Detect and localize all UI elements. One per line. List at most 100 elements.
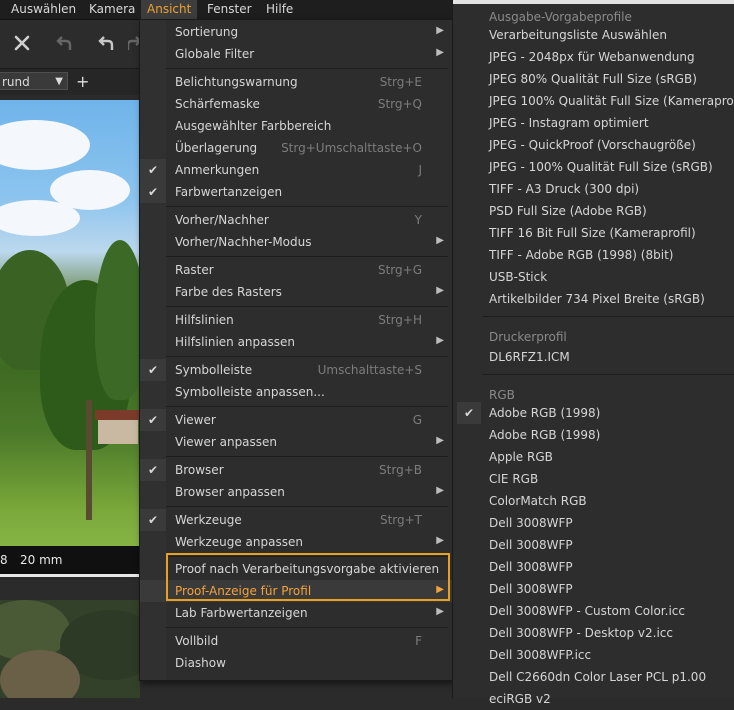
menu-item-schaerfemaske[interactable]: Schärfemaske Strg+Q — [140, 93, 454, 115]
menu-item-viewer[interactable]: ✔ Viewer G — [140, 409, 454, 431]
menu-item-symbolleiste-anpassen[interactable]: Symbolleiste anpassen... — [140, 381, 454, 403]
submenu-item[interactable]: JPEG - Instagram optimiert — [453, 112, 734, 134]
submenu-item[interactable]: eciRGB v2 — [453, 688, 734, 710]
submenu-item[interactable]: Dell 3008WFP.icc — [453, 644, 734, 666]
menu-item-sortierung[interactable]: Sortierung ▶ — [140, 21, 454, 43]
photo-viewer[interactable] — [0, 100, 140, 546]
submenu-separator — [483, 316, 734, 317]
submenu-item[interactable]: ColorMatch RGB — [453, 490, 734, 512]
menu-item-viewer-anpassen[interactable]: Viewer anpassen ▶ — [140, 431, 454, 453]
submenu-item[interactable]: Verarbeitungsliste Auswählen — [453, 24, 734, 46]
menu-fenster[interactable]: Fenster — [201, 0, 258, 19]
submenu-arrow-icon: ▶ — [436, 25, 444, 36]
menu-separator — [166, 627, 448, 628]
menu-separator — [166, 356, 448, 357]
submenu-item[interactable]: JPEG 100% Qualität Full Size (Kameraprof… — [453, 90, 734, 112]
submenu-item[interactable]: Dell 3008WFP — [453, 578, 734, 600]
menu-item-farbwertanzeigen[interactable]: ✔ Farbwertanzeigen — [140, 181, 454, 203]
submenu-separator — [483, 374, 734, 375]
menu-item-farbe-des-rasters[interactable]: Farbe des Rasters ▶ — [140, 281, 454, 303]
menu-item-vollbild[interactable]: Vollbild F — [140, 630, 454, 652]
checkmark-icon: ✔ — [140, 159, 166, 181]
checkmark-icon: ✔ — [140, 459, 166, 481]
add-icon[interactable]: + — [76, 72, 89, 91]
chevron-down-icon: ▼ — [55, 76, 63, 87]
proof-profile-submenu: Ausgabe-Vorgabeprofile Verarbeitungslist… — [452, 0, 734, 706]
layout-combo[interactable]: rund ▼ — [0, 72, 68, 90]
menu-item-browser[interactable]: ✔ Browser Strg+B — [140, 459, 454, 481]
menu-item-raster[interactable]: Raster Strg+G — [140, 259, 454, 281]
checkmark-icon: ✔ — [457, 402, 481, 424]
submenu-item[interactable]: DL6RFZ1.ICM — [453, 346, 734, 368]
menu-item-hilfslinien-anpassen[interactable]: Hilfslinien anpassen ▶ — [140, 331, 454, 353]
undo-icon[interactable] — [93, 30, 119, 56]
menu-item-ueberlagerung[interactable]: Überlagerung Strg+Umschalttaste+O — [140, 137, 454, 159]
menu-item-werkzeuge[interactable]: ✔ Werkzeuge Strg+T — [140, 509, 454, 531]
menu-item-belichtungswarnung[interactable]: Belichtungswarnung Strg+E — [140, 71, 454, 93]
menu-separator — [166, 206, 448, 207]
menu-separator — [166, 256, 448, 257]
menu-separator — [166, 506, 448, 507]
close-icon[interactable] — [9, 30, 35, 56]
menu-separator — [166, 406, 448, 407]
menu-item-anmerkungen[interactable]: ✔ Anmerkungen J — [140, 159, 454, 181]
submenu-item[interactable]: TIFF 16 Bit Full Size (Kameraprofil) — [453, 222, 734, 244]
submenu-arrow-icon: ▶ — [436, 235, 444, 246]
submenu-item[interactable]: Dell 3008WFP - Desktop v2.icc — [453, 622, 734, 644]
submenu-item[interactable]: TIFF - A3 Druck (300 dpi) — [453, 178, 734, 200]
menu-kamera[interactable]: Kamera — [83, 0, 141, 19]
menu-item-symbolleiste[interactable]: ✔ Symbolleiste Umschalttaste+S — [140, 359, 454, 381]
submenu-item[interactable]: JPEG - 2048px für Webanwendung — [453, 46, 734, 68]
checkmark-icon: ✔ — [140, 409, 166, 431]
submenu-item[interactable]: TIFF - Adobe RGB (1998) (8bit) — [453, 244, 734, 266]
highlight-annotation — [166, 553, 450, 601]
submenu-item[interactable]: JPEG - 100% Qualität Full Size (sRGB) — [453, 156, 734, 178]
menu-hilfe[interactable]: Hilfe — [260, 0, 299, 19]
thumbnail-image[interactable] — [0, 600, 140, 698]
info-value: 8 — [0, 553, 8, 567]
menu-item-globale-filter[interactable]: Globale Filter ▶ — [140, 43, 454, 65]
menu-item-lab-farbwertanzeigen[interactable]: Lab Farbwertanzeigen ▶ — [140, 602, 454, 624]
submenu-item[interactable]: Dell 3008WFP — [453, 534, 734, 556]
checkmark-icon: ✔ — [140, 359, 166, 381]
undo-all-icon[interactable] — [51, 30, 77, 56]
submenu-arrow-icon: ▶ — [436, 485, 444, 496]
submenu-item[interactable]: Dell C2660dn Color Laser PCL p1.00 — [453, 666, 734, 688]
submenu-item[interactable]: JPEG - QuickProof (Vorschaugröße) — [453, 134, 734, 156]
toolbar — [0, 20, 142, 68]
menu-item-vorher-nachher-modus[interactable]: Vorher/Nachher-Modus ▶ — [140, 231, 454, 253]
submenu-arrow-icon: ▶ — [436, 606, 444, 617]
control-bar: rund ▼ + — [0, 68, 140, 95]
layout-combo-value: rund — [2, 75, 30, 89]
menu-separator — [166, 306, 448, 307]
submenu-arrow-icon: ▶ — [436, 285, 444, 296]
photo-info-bar: 8 20 mm — [0, 546, 140, 577]
focal-length: 20 mm — [20, 553, 63, 567]
submenu-arrow-icon: ▶ — [436, 535, 444, 546]
submenu-item[interactable]: Dell 3008WFP — [453, 556, 734, 578]
submenu-item[interactable]: Artikelbilder 734 Pixel Breite (sRGB) — [453, 288, 734, 310]
ansicht-menu: Sortierung ▶ Globale Filter ▶ Belichtung… — [139, 19, 455, 681]
menu-separator — [166, 68, 448, 69]
menu-item-diashow[interactable]: Diashow — [140, 652, 454, 674]
submenu-item[interactable]: JPEG 80% Qualität Full Size (sRGB) — [453, 68, 734, 90]
submenu-item[interactable]: Apple RGB — [453, 446, 734, 468]
menu-item-ausgewaehlter-farbbereich[interactable]: Ausgewählter Farbbereich — [140, 115, 454, 137]
menu-item-hilfslinien[interactable]: Hilfslinien Strg+H — [140, 309, 454, 331]
submenu-arrow-icon: ▶ — [436, 47, 444, 58]
submenu-item[interactable]: Dell 3008WFP - Custom Color.icc — [453, 600, 734, 622]
submenu-item[interactable]: Adobe RGB (1998) — [453, 424, 734, 446]
submenu-item[interactable]: PSD Full Size (Adobe RGB) — [453, 200, 734, 222]
menu-item-werkzeuge-anpassen[interactable]: Werkzeuge anpassen ▶ — [140, 531, 454, 553]
submenu-scroll-indicator — [453, 0, 734, 4]
submenu-item-checked[interactable]: ✔ Adobe RGB (1998) — [453, 402, 734, 424]
submenu-item[interactable]: USB-Stick — [453, 266, 734, 288]
submenu-arrow-icon: ▶ — [436, 435, 444, 446]
menu-item-browser-anpassen[interactable]: Browser anpassen ▶ — [140, 481, 454, 503]
menu-auswaehlen[interactable]: Auswählen — [5, 0, 82, 19]
submenu-item[interactable]: Dell 3008WFP — [453, 512, 734, 534]
submenu-item[interactable]: CIE RGB — [453, 468, 734, 490]
checkmark-icon: ✔ — [140, 509, 166, 531]
menu-ansicht[interactable]: Ansicht — [141, 0, 198, 19]
menu-item-vorher-nachher[interactable]: Vorher/Nachher Y — [140, 209, 454, 231]
